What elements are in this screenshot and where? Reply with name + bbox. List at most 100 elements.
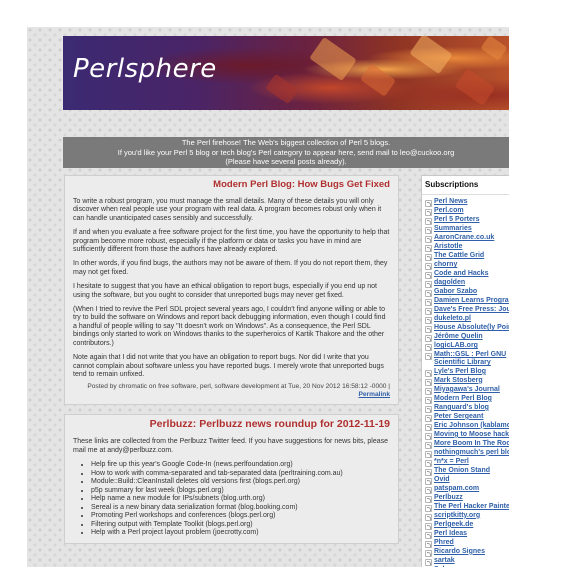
subscription-link[interactable]: Phred — [434, 539, 454, 547]
subscription-item[interactable]: Perl News — [422, 198, 509, 207]
feed-icon[interactable] — [425, 263, 432, 270]
subscription-link[interactable]: logicLAB.org — [434, 342, 478, 350]
subscription-link[interactable]: scriptkitty.org — [434, 512, 480, 520]
subscription-item[interactable]: Summaries — [422, 225, 509, 234]
feed-icon[interactable] — [425, 513, 432, 521]
feed-icon[interactable] — [425, 290, 432, 297]
subscription-link[interactable]: Perlgeek.de — [434, 521, 473, 529]
subscription-link[interactable]: The Onion Stand — [434, 467, 490, 475]
subscription-link[interactable]: Ovid — [434, 476, 450, 484]
feed-icon[interactable] — [425, 540, 432, 548]
feed-icon[interactable] — [425, 369, 432, 377]
subscription-item[interactable]: scriptkitty.org — [422, 512, 509, 521]
post-title[interactable]: Modern Perl Blog: How Bugs Get Fixed — [73, 179, 390, 190]
subscription-link[interactable]: Ricardo Signes — [434, 548, 485, 556]
news-item[interactable]: Help fire up this year's Google Code-In … — [91, 461, 390, 470]
subscription-link[interactable]: Mark Stosberg — [434, 377, 483, 385]
subscription-item[interactable]: nothingmuch's perl blog — [422, 449, 509, 458]
feed-icon[interactable] — [425, 308, 432, 315]
feed-icon[interactable] — [425, 468, 432, 476]
news-item[interactable]: How to work with comma-separated and tab… — [91, 470, 390, 479]
feed-icon[interactable] — [425, 245, 432, 252]
subscription-link[interactable]: dukeleto.pl — [434, 315, 471, 323]
feed-icon[interactable] — [425, 396, 432, 404]
subscription-link[interactable]: Perl News — [434, 198, 467, 206]
subscription-link[interactable]: Summaries — [434, 225, 472, 233]
subscription-link[interactable]: Peter Sergeant — [434, 413, 483, 421]
subscription-link[interactable]: sartak — [434, 557, 455, 565]
subscription-item[interactable]: More Boom In The Room — [422, 440, 509, 449]
subscription-item[interactable]: Perl 5 Porters — [422, 216, 509, 225]
feed-icon[interactable] — [425, 317, 432, 324]
subscription-link[interactable]: Damien Learns Programming — [434, 297, 509, 305]
subscription-item[interactable]: Aristotle — [422, 243, 509, 252]
feed-icon[interactable] — [425, 558, 432, 566]
news-item[interactable]: Promoting Perl workshops and conferences… — [91, 512, 390, 521]
subscription-link[interactable]: *n*x = Perl — [434, 458, 469, 466]
subscription-item[interactable]: Dave's Free Press: Journal — [422, 306, 509, 315]
subscription-item[interactable]: logicLAB.org — [422, 342, 509, 351]
subscription-link[interactable]: Aristotle — [434, 243, 462, 251]
subscription-item[interactable]: patspam.com — [422, 485, 509, 494]
subscription-item[interactable]: sartak — [422, 557, 509, 566]
subscription-item[interactable]: chorny — [422, 261, 509, 270]
site-title[interactable]: Perlsphere — [73, 54, 217, 84]
feed-icon[interactable] — [425, 200, 432, 207]
feed-icon[interactable] — [425, 504, 432, 512]
feed-icon[interactable] — [425, 549, 432, 557]
feed-icon[interactable] — [425, 432, 432, 440]
subscription-item[interactable]: Perlgeek.de — [422, 521, 509, 530]
subscription-item[interactable]: Jérôme Quelin — [422, 333, 509, 342]
subscription-item[interactable]: dagolden — [422, 279, 509, 288]
subscription-link[interactable]: Math::GSL : Perl GNU Scientific Library — [434, 351, 509, 368]
subscription-item[interactable]: Moving to Moose hackathon — [422, 431, 509, 440]
news-item[interactable]: Sereal is a new binary data serializatio… — [91, 504, 390, 513]
permalink-link[interactable]: Permalink — [358, 391, 390, 398]
subscription-link[interactable]: Perl.com — [434, 207, 464, 215]
feed-icon[interactable] — [425, 378, 432, 386]
subscription-item[interactable]: Modern Perl Blog — [422, 395, 509, 404]
feed-icon[interactable] — [425, 486, 432, 494]
subscription-item[interactable]: Miyagawa's Journal — [422, 386, 509, 395]
subscription-item[interactable]: Eric Johnson (kablamo) — [422, 422, 509, 431]
news-item[interactable]: Module::Build::CleanInstall deletes old … — [91, 478, 390, 487]
feed-icon[interactable] — [425, 227, 432, 234]
feed-icon[interactable] — [425, 326, 432, 333]
feed-icon[interactable] — [425, 218, 432, 225]
subscription-link[interactable]: Code and Hacks — [434, 270, 488, 278]
subscription-link[interactable]: Modern Perl Blog — [434, 395, 492, 403]
subscription-link[interactable]: AaronCrane.co.uk — [434, 234, 494, 242]
news-item[interactable]: Help with a Perl project layout problem … — [91, 529, 390, 538]
feed-icon[interactable] — [425, 344, 432, 351]
feed-icon[interactable] — [425, 450, 432, 458]
subscription-link[interactable]: Lyle's Perl Blog — [434, 368, 486, 376]
subscription-item[interactable]: Ovid — [422, 476, 509, 485]
subscription-link[interactable]: Miyagawa's Journal — [434, 386, 500, 394]
subscription-item[interactable]: Perlbuzz — [422, 494, 509, 503]
feed-icon[interactable] — [425, 236, 432, 243]
feed-icon[interactable] — [425, 495, 432, 503]
subscription-link[interactable]: Ranguard's blog — [434, 404, 489, 412]
subscription-link[interactable]: Dave's Free Press: Journal — [434, 306, 509, 314]
news-item[interactable]: Help name a new module for IPs/subnets (… — [91, 495, 390, 504]
subscription-link[interactable]: nothingmuch's perl blog — [434, 449, 509, 457]
subscription-link[interactable]: Perlbuzz — [434, 494, 463, 502]
post-title[interactable]: Perlbuzz: Perlbuzz news roundup for 2012… — [73, 418, 390, 430]
subscription-link[interactable]: House Absolute(ly Pointless) — [434, 324, 509, 332]
subscription-item[interactable]: Ranguard's blog — [422, 404, 509, 413]
site-banner[interactable]: Perlsphere — [63, 36, 509, 110]
subscription-item[interactable]: The Onion Stand — [422, 467, 509, 476]
feed-icon[interactable] — [425, 531, 432, 539]
feed-icon[interactable] — [425, 272, 432, 279]
subscription-item[interactable]: AaronCrane.co.uk — [422, 234, 509, 243]
subscription-link[interactable]: The Perl Hacker Painter — [434, 503, 509, 511]
feed-icon[interactable] — [425, 335, 432, 342]
subscription-link[interactable]: Gabor Szabo — [434, 288, 477, 296]
feed-icon[interactable] — [425, 459, 432, 467]
feed-icon[interactable] — [425, 522, 432, 530]
feed-icon[interactable] — [425, 405, 432, 413]
subscription-link[interactable]: patspam.com — [434, 485, 479, 493]
subscription-link[interactable]: More Boom In The Room — [434, 440, 509, 448]
subscription-item[interactable]: Math::GSL : Perl GNU Scientific Library — [422, 351, 509, 368]
subscription-item[interactable]: *n*x = Perl — [422, 458, 509, 467]
